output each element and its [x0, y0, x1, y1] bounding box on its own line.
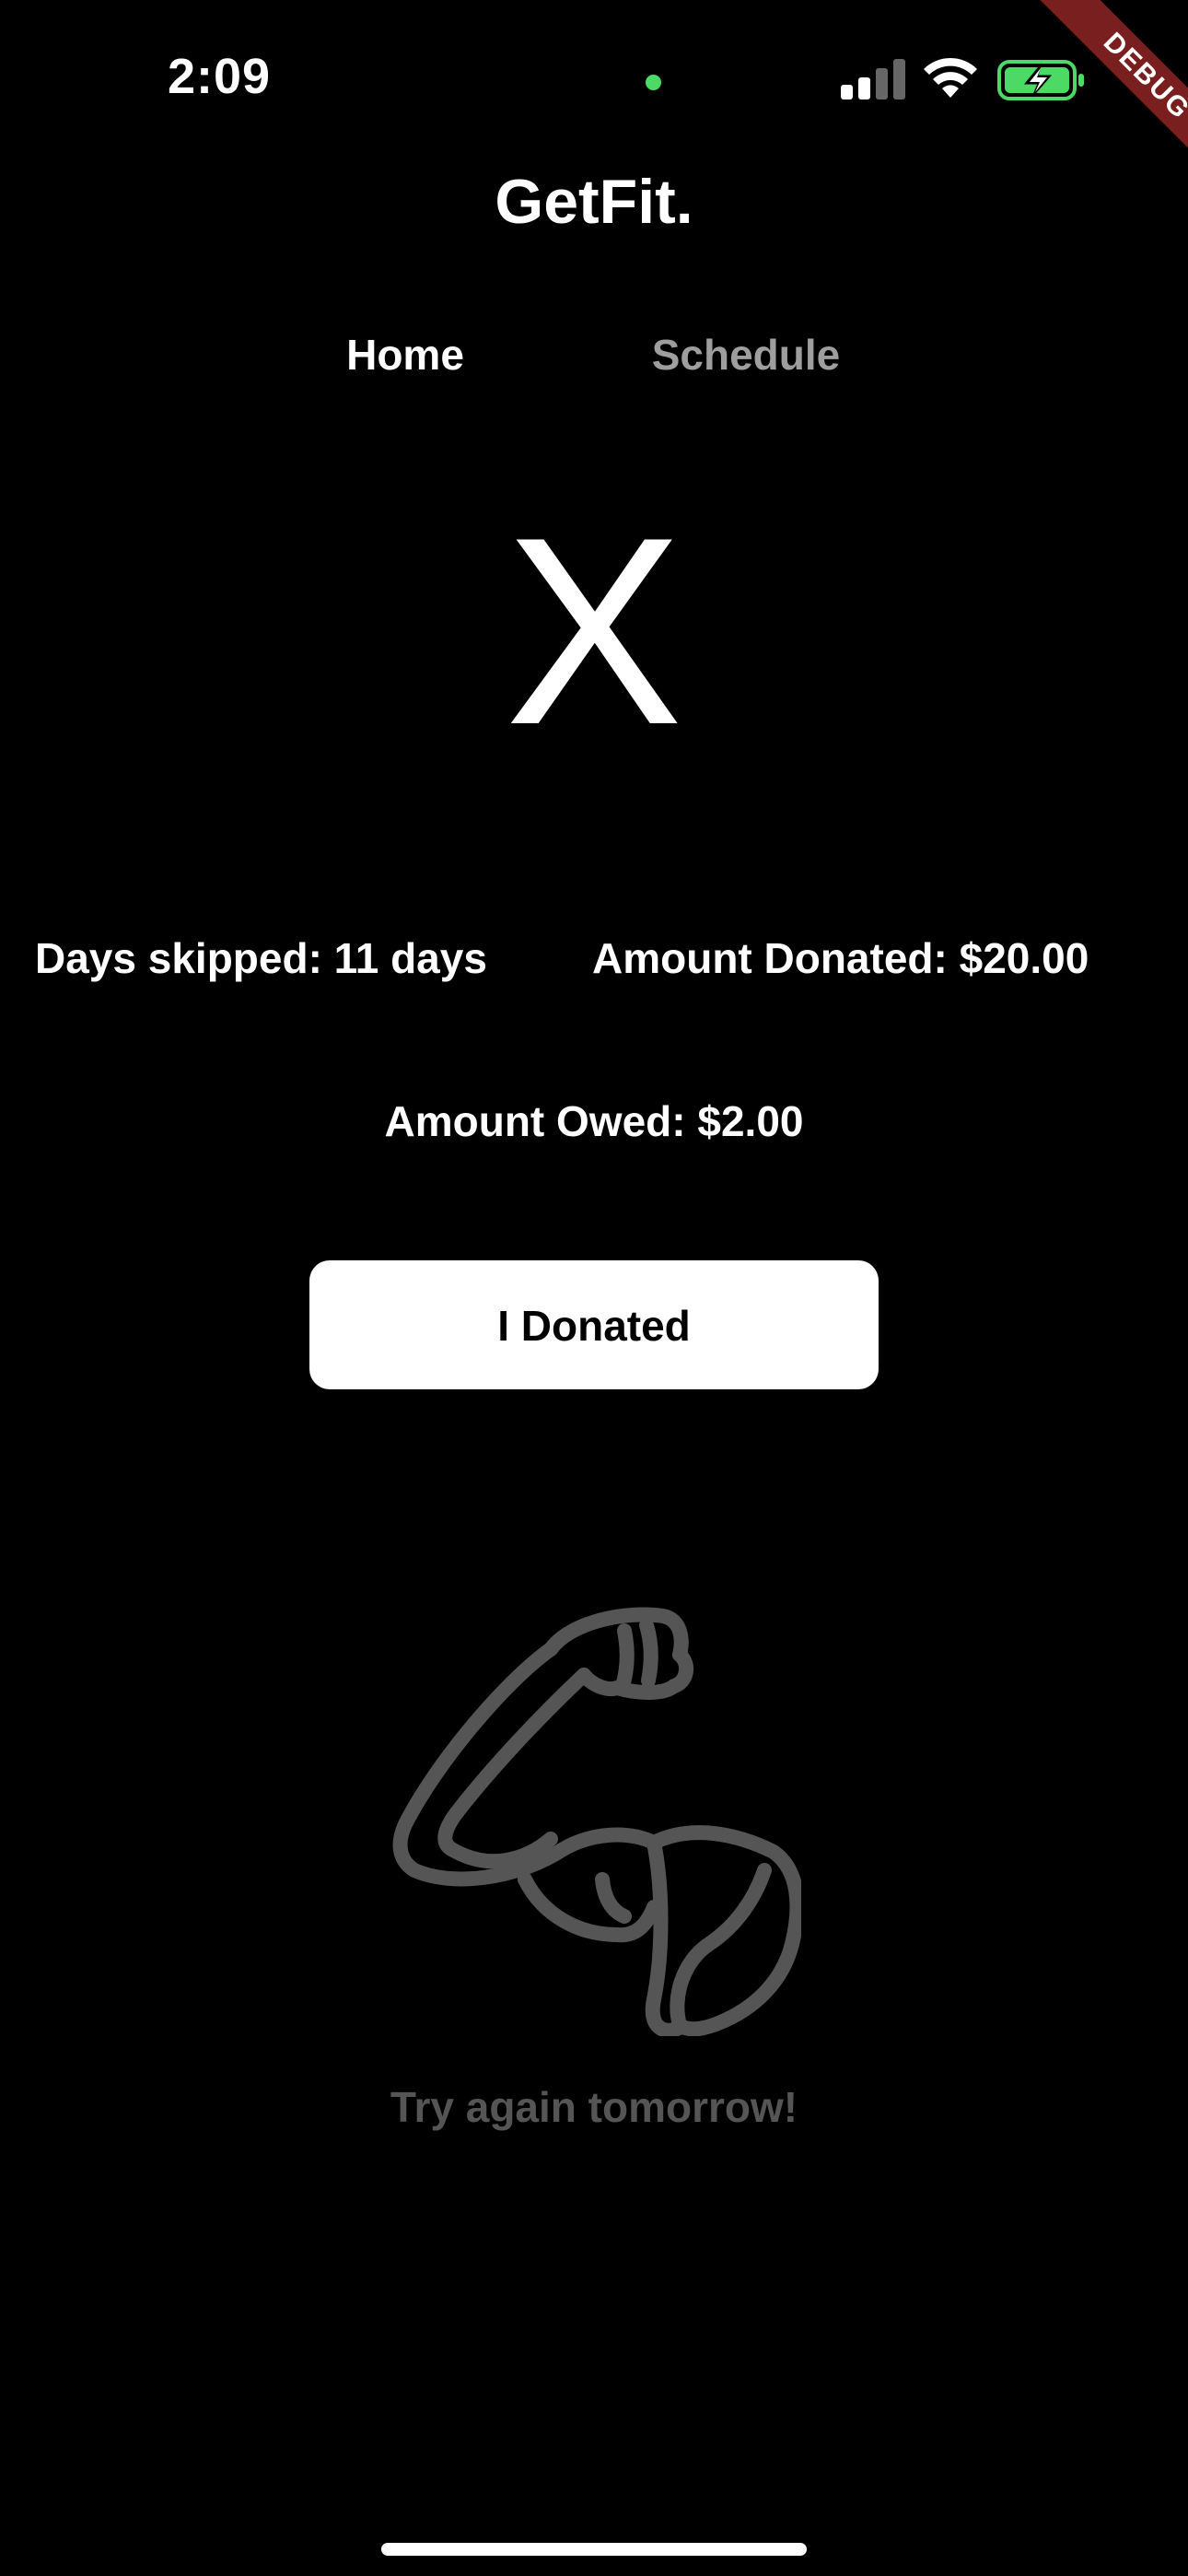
tab-home[interactable]: Home — [313, 330, 497, 380]
cellular-signal-icon — [841, 59, 905, 100]
amount-donated-text: Amount Donated: $20.00 — [592, 934, 1089, 982]
status-bar-time: 2:09 — [168, 49, 272, 104]
battery-charging-icon — [997, 60, 1084, 100]
flexed-bicep-icon — [392, 1607, 801, 2036]
days-skipped-text: Days skipped: 11 days — [35, 934, 487, 982]
privacy-indicator-dot — [646, 75, 661, 90]
try-again-message: Try again tomorrow! — [390, 2083, 798, 2131]
home-indicator[interactable] — [381, 2543, 807, 2556]
i-donated-button[interactable]: I Donated — [309, 1260, 879, 1389]
amount-owed-text: Amount Owed: $2.00 — [384, 1097, 804, 1145]
skipped-status-symbol: X — [505, 482, 683, 780]
wifi-icon — [924, 57, 977, 98]
tab-schedule[interactable]: Schedule — [626, 330, 866, 380]
app-title: GetFit. — [495, 167, 693, 237]
